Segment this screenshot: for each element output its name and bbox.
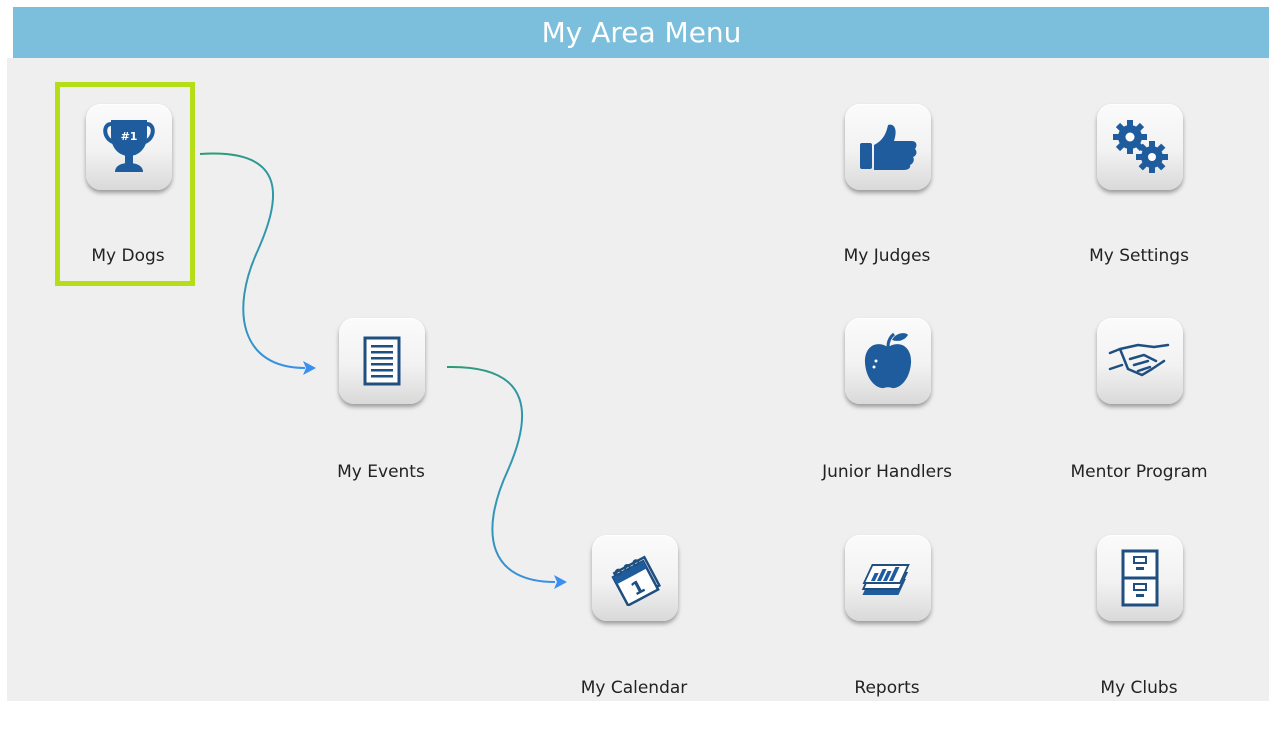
- menu-item-my-calendar[interactable]: 1 My Calendar: [554, 535, 714, 735]
- my-settings-button[interactable]: [1097, 104, 1183, 190]
- arrow-dogs-to-events: [199, 152, 306, 369]
- my-calendar-button[interactable]: 1: [592, 535, 678, 621]
- menu-label: My Clubs: [1100, 678, 1178, 698]
- reports-icon: [861, 564, 910, 595]
- menu-label: Reports: [854, 678, 920, 698]
- menu-label: Junior Handlers: [822, 462, 952, 482]
- menu-item-my-dogs[interactable]: #1 My Dogs: [48, 104, 208, 304]
- my-judges-button[interactable]: [845, 104, 931, 190]
- menu-label: My Settings: [1089, 246, 1189, 266]
- my-events-button[interactable]: [339, 318, 425, 404]
- menu-item-junior-handlers[interactable]: Junior Handlers: [807, 318, 967, 518]
- menu-item-my-events[interactable]: My Events: [301, 318, 461, 518]
- arrow-events-to-calendar: [446, 365, 556, 583]
- menu-item-mentor-program[interactable]: Mentor Program: [1059, 318, 1219, 518]
- trophy-icon: #1: [103, 120, 155, 172]
- file-cabinet-icon: [1121, 549, 1159, 607]
- menu-item-my-settings[interactable]: My Settings: [1059, 104, 1219, 304]
- handshake-icon: [1108, 343, 1170, 377]
- document-icon: [363, 336, 401, 386]
- menu-label: Mentor Program: [1070, 462, 1208, 482]
- menu-item-reports[interactable]: Reports: [807, 535, 967, 735]
- menu-item-my-judges[interactable]: My Judges: [807, 104, 967, 304]
- my-dogs-button[interactable]: #1: [86, 104, 172, 190]
- trophy-badge: #1: [121, 130, 138, 143]
- menu-label: My Dogs: [91, 246, 165, 266]
- apple-icon: [864, 332, 912, 389]
- junior-handlers-button[interactable]: [845, 318, 931, 404]
- my-clubs-button[interactable]: [1097, 535, 1183, 621]
- gears-icon: [1113, 120, 1168, 173]
- mentor-program-button[interactable]: [1097, 318, 1183, 404]
- menu-label: My Judges: [843, 246, 931, 266]
- thumbs-up-icon: [860, 124, 917, 170]
- menu-label: My Events: [337, 462, 425, 482]
- calendar-icon: 1: [611, 555, 662, 606]
- menu-item-my-clubs[interactable]: My Clubs: [1059, 535, 1219, 735]
- reports-button[interactable]: [845, 535, 931, 621]
- menu-label: My Calendar: [580, 678, 688, 698]
